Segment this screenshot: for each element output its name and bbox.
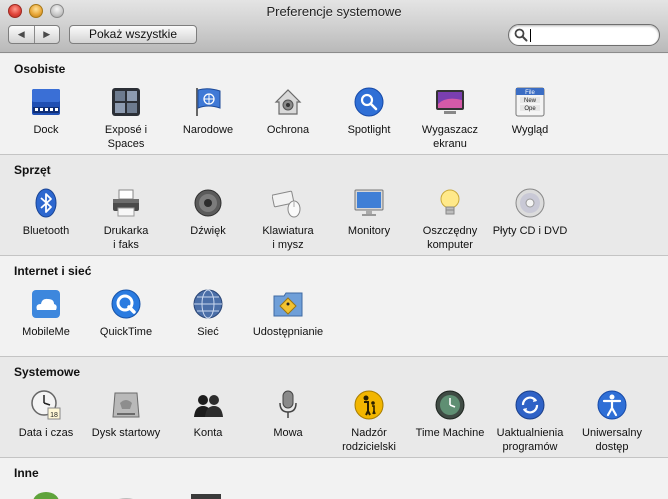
section-title: Systemowe xyxy=(14,365,81,379)
section-title: Inne xyxy=(14,466,39,480)
monitor-icon xyxy=(354,189,384,216)
third-party-pane-icon[interactable] xyxy=(30,490,62,499)
screensaver-icon xyxy=(436,90,464,114)
pane-label: Oszczędny komputer xyxy=(422,225,478,251)
appearance-icon: File New Ope xyxy=(515,87,545,117)
universal-access-icon xyxy=(597,390,627,420)
appearance-menu-file: File xyxy=(525,90,535,96)
section-internet-siec: Internet i sieć MobileMe QuickTime Sieć … xyxy=(0,256,668,356)
search-field[interactable] xyxy=(508,24,660,46)
third-party-pane-icon[interactable] xyxy=(190,492,222,499)
pane-label: QuickTime xyxy=(99,326,153,338)
dock-icon xyxy=(32,89,60,115)
cloud-icon xyxy=(32,290,60,318)
pane-label: Klawiatura i mysz xyxy=(262,225,314,251)
printer-icon xyxy=(113,189,139,217)
bluetooth-icon xyxy=(35,188,57,218)
pane-label: Uaktualnienia programów xyxy=(496,427,564,453)
preference-panes: Osobiste Dock Exposé i Spaces Narodowe O… xyxy=(0,54,668,499)
pane-label: Data i czas xyxy=(18,427,74,439)
calendar-day-badge: 18 xyxy=(50,412,58,419)
pane-label: Drukarka i faks xyxy=(103,225,149,251)
section-sprzet: Sprzęt Bluetooth Drukarka i faks Dźwięk … xyxy=(0,155,668,255)
back-arrow-icon: ◀ xyxy=(17,29,25,39)
forward-button[interactable]: ▶ xyxy=(33,26,60,43)
keyboard-mouse-icon xyxy=(272,190,301,218)
section-systemowe: Systemowe 18 Data i czas Dysk startowy K… xyxy=(0,357,668,457)
pane-label: Dock xyxy=(33,124,59,136)
parental-icon xyxy=(354,390,384,420)
third-party-pane-icon[interactable] xyxy=(110,494,142,499)
section-title: Internet i sieć xyxy=(14,264,92,278)
system-preferences-window: Preferencje systemowe ◀ ▶ Pokaż wszystki… xyxy=(0,0,668,499)
house-lock-icon xyxy=(274,89,302,115)
back-button[interactable]: ◀ xyxy=(9,26,34,43)
forward-arrow-icon: ▶ xyxy=(43,29,51,39)
appearance-menu-new: New xyxy=(524,98,537,104)
globe-icon xyxy=(193,289,223,319)
section-title: Sprzęt xyxy=(14,163,51,177)
search-icon xyxy=(514,28,528,42)
pane-label: Time Machine xyxy=(415,427,485,439)
pane-label: Dźwięk xyxy=(190,225,226,237)
window-title: Preferencje systemowe xyxy=(266,4,402,19)
show-all-button[interactable]: Pokaż wszystkie xyxy=(69,25,197,44)
users-icon xyxy=(194,395,223,417)
section-inne: Inne xyxy=(0,458,668,499)
pane-label: Nadzór rodzicielski xyxy=(342,427,396,453)
spotlight-icon xyxy=(354,87,384,117)
expose-spaces-icon xyxy=(112,88,140,116)
hard-disk-icon xyxy=(112,392,140,418)
text-caret xyxy=(530,29,531,42)
time-machine-icon xyxy=(435,390,465,420)
pane-label: Bluetooth xyxy=(22,225,70,237)
pane-label: Narodowe xyxy=(182,124,234,136)
pane-label: Wygląd xyxy=(511,124,549,136)
lightbulb-icon xyxy=(440,189,460,215)
section-osobiste: Osobiste Dock Exposé i Spaces Narodowe O… xyxy=(0,54,668,154)
microphone-icon xyxy=(279,390,297,418)
titlebar: Preferencje systemowe ◀ ▶ Pokaż wszystki… xyxy=(0,0,668,53)
section-title: Osobiste xyxy=(14,62,66,76)
pane-label: MobileMe xyxy=(22,326,70,338)
pane-label: Monitory xyxy=(347,225,391,237)
pane-label: Sieć xyxy=(197,326,219,338)
appearance-menu-open: Ope xyxy=(524,106,536,112)
pane-label: Mowa xyxy=(273,427,303,439)
pane-label: Płyty CD i DVD xyxy=(492,225,568,237)
flag-icon xyxy=(196,88,221,116)
disc-icon xyxy=(515,188,545,218)
pane-label: Uniwersalny dostęp xyxy=(582,427,642,453)
search-input[interactable] xyxy=(531,27,655,43)
pane-label: Spotlight xyxy=(347,124,391,136)
speaker-icon xyxy=(194,189,222,217)
pane-label: Exposé i Spaces xyxy=(104,124,148,150)
nav-button-group: ◀ ▶ xyxy=(8,25,60,44)
pane-label: Udostępnianie xyxy=(252,326,324,338)
pane-label: Ochrona xyxy=(266,124,310,136)
quicktime-icon xyxy=(111,289,141,319)
clock-calendar-icon: 18 xyxy=(31,390,61,420)
software-update-icon xyxy=(515,390,545,420)
pane-label: Wygaszacz ekranu xyxy=(421,124,479,150)
pane-label: Konta xyxy=(193,427,223,439)
sharing-folder-icon xyxy=(273,292,303,317)
pane-label: Dysk startowy xyxy=(91,427,161,439)
